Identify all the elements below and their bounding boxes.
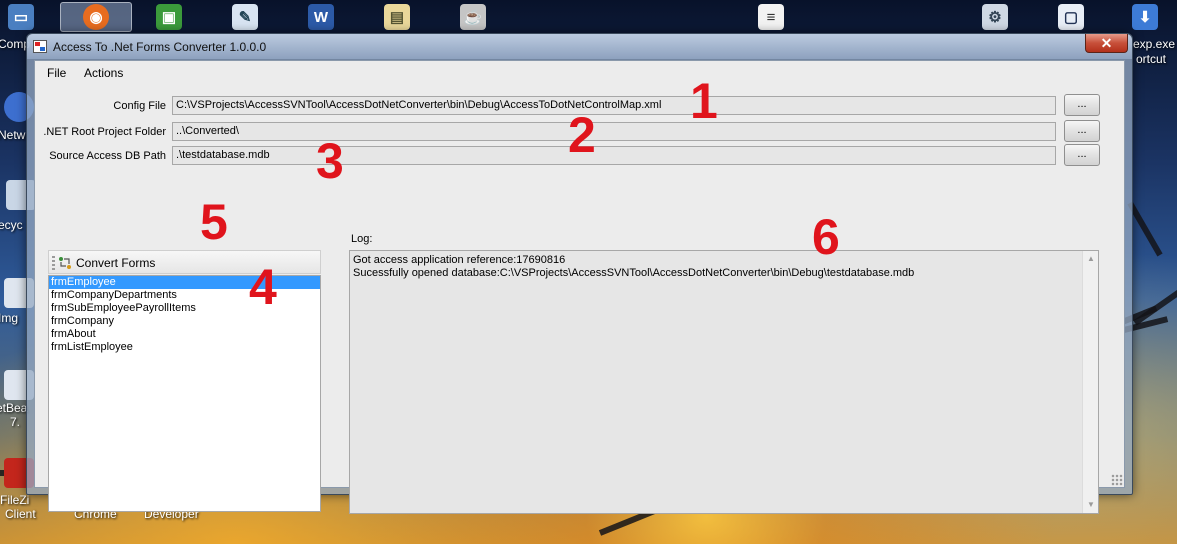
network-label: Netw bbox=[0, 128, 26, 142]
menu-file[interactable]: File bbox=[47, 66, 66, 80]
filezilla-label: FileZi bbox=[0, 493, 30, 507]
java-icon[interactable]: ☕ bbox=[456, 2, 490, 32]
img-label: Img bbox=[0, 311, 19, 325]
list-item[interactable]: frmSubEmployeePayrollItems bbox=[49, 302, 320, 315]
net-root-folder-field[interactable]: ..\Converted\ bbox=[172, 122, 1056, 141]
config-file-browse-button[interactable]: ... bbox=[1064, 94, 1100, 116]
annotation-2: 2 bbox=[568, 107, 596, 163]
window-shortcut-icon[interactable]: ▢ bbox=[1054, 2, 1088, 32]
convert-toolstrip: Convert Forms bbox=[48, 250, 321, 274]
log-line: Sucessfully opened database:C:\VSProject… bbox=[353, 267, 915, 279]
log-line: Got access application reference:1769081… bbox=[353, 254, 566, 266]
exp-exe-label: exp.exe bbox=[1133, 37, 1176, 51]
firefox-icon[interactable]: ◉ bbox=[60, 2, 132, 32]
toolstrip-grip[interactable] bbox=[52, 256, 55, 270]
annotation-3: 3 bbox=[316, 133, 344, 189]
exe-shortcut-icon[interactable]: ⬇ bbox=[1128, 2, 1162, 32]
list-item[interactable]: frmListEmployee bbox=[49, 341, 320, 354]
netbeans-label: etBea bbox=[0, 401, 28, 415]
log-label: Log: bbox=[351, 233, 373, 245]
close-button[interactable]: ✕ bbox=[1085, 34, 1128, 53]
convert-forms-button[interactable]: Convert Forms bbox=[76, 256, 155, 270]
list-item[interactable]: frmEmployee bbox=[49, 276, 320, 289]
source-db-path-label: Source Access DB Path bbox=[49, 150, 166, 162]
annotation-5: 5 bbox=[200, 194, 228, 250]
log-scrollbar[interactable]: ▲ ▼ bbox=[1082, 251, 1098, 513]
annotation-6: 6 bbox=[812, 209, 840, 265]
net-root-folder-label: .NET Root Project Folder bbox=[43, 126, 166, 138]
annotation-4: 4 bbox=[249, 259, 277, 315]
resize-grip[interactable] bbox=[1111, 474, 1123, 486]
list-item[interactable]: frmAbout bbox=[49, 328, 320, 341]
converter-window: Access To .Net Forms Converter 1.0.0.0 ✕… bbox=[26, 33, 1133, 514]
text-file-icon[interactable]: ≡ bbox=[754, 2, 788, 32]
source-db-path-field[interactable]: .\testdatabase.mdb bbox=[172, 146, 1056, 165]
menu-bar: File Actions bbox=[35, 61, 1124, 83]
source-db-path-browse-button[interactable]: ... bbox=[1064, 144, 1100, 166]
shortcut-label: ortcut bbox=[1136, 52, 1167, 66]
list-item[interactable]: frmCompanyDepartments bbox=[49, 289, 320, 302]
net-root-folder-browse-button[interactable]: ... bbox=[1064, 120, 1100, 142]
file-shortcut-icon[interactable]: ▤ bbox=[380, 2, 414, 32]
netbeans-version-label: 7. bbox=[10, 415, 21, 429]
config-file-label: Config File bbox=[113, 100, 166, 112]
word-icon[interactable]: W bbox=[304, 2, 338, 32]
document-shortcut-icon[interactable]: ✎ bbox=[228, 2, 262, 32]
computer-icon[interactable]: ▭ bbox=[4, 2, 38, 32]
annotation-1: 1 bbox=[690, 73, 718, 129]
window-title: Access To .Net Forms Converter 1.0.0.0 bbox=[53, 40, 267, 54]
convert-icon bbox=[59, 257, 71, 269]
scroll-down-arrow-icon[interactable]: ▼ bbox=[1086, 500, 1096, 510]
filezilla-client-label: Client bbox=[5, 507, 36, 521]
settings-shortcut-icon[interactable]: ⚙ bbox=[978, 2, 1012, 32]
recycle-bin-label: ecyc bbox=[0, 218, 23, 232]
list-item[interactable]: frmCompany bbox=[49, 315, 320, 328]
title-bar[interactable]: Access To .Net Forms Converter 1.0.0.0 ✕ bbox=[27, 34, 1132, 59]
menu-actions[interactable]: Actions bbox=[84, 66, 123, 80]
config-file-field[interactable]: C:\VSProjects\AccessSVNTool\AccessDotNet… bbox=[172, 96, 1056, 115]
forms-list[interactable]: frmEmployee frmCompanyDepartments frmSub… bbox=[48, 275, 321, 512]
scroll-up-arrow-icon[interactable]: ▲ bbox=[1086, 254, 1096, 264]
vmware-icon[interactable]: ▣ bbox=[152, 2, 186, 32]
log-textbox[interactable]: Got access application reference:1769081… bbox=[349, 250, 1099, 514]
app-icon[interactable] bbox=[33, 40, 47, 53]
